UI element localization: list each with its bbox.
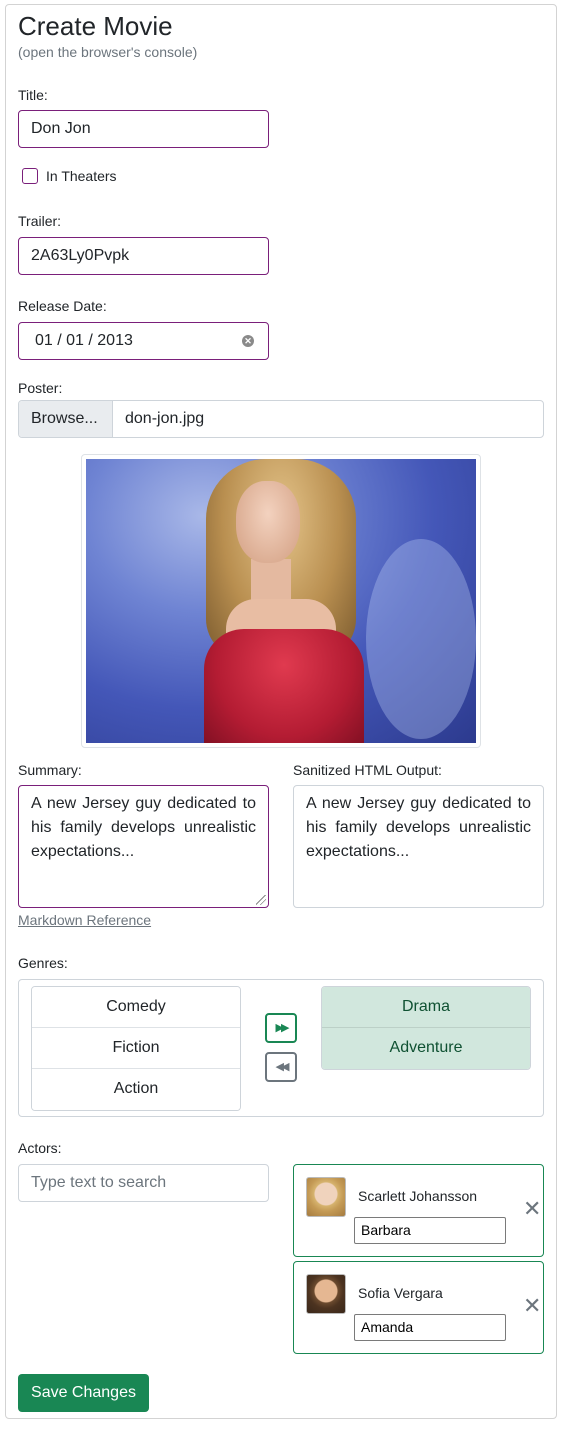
- actor-character-input[interactable]: Amanda: [354, 1314, 506, 1341]
- browse-button[interactable]: Browse...: [19, 401, 113, 437]
- actors-label: Actors:: [18, 1140, 62, 1156]
- resize-handle-icon[interactable]: [256, 895, 266, 905]
- sanitized-output: A new Jersey guy dedicated to his family…: [293, 785, 544, 908]
- poster-file-name: don-jon.jpg: [125, 410, 205, 427]
- release-date-input[interactable]: 01 / 01 / 2013: [18, 322, 269, 360]
- release-date-label: Release Date:: [18, 298, 107, 314]
- title-label: Title:: [18, 87, 48, 103]
- actor-card: Scarlett Johansson Barbara ✕: [293, 1164, 544, 1257]
- genre-item-drama[interactable]: Drama: [322, 987, 530, 1028]
- actor-name: Scarlett Johansson: [358, 1188, 478, 1204]
- summary-text: A new Jersey guy dedicated to his family…: [31, 795, 256, 860]
- genre-item-adventure[interactable]: Adventure: [322, 1028, 530, 1069]
- poster-label: Poster:: [18, 380, 63, 396]
- genre-item-action[interactable]: Action: [32, 1069, 240, 1110]
- double-right-arrow-icon: ▶▶: [275, 1022, 290, 1034]
- actor-character-input[interactable]: Barbara: [354, 1217, 506, 1244]
- available-genres-list: Comedy Fiction Action: [31, 986, 241, 1111]
- markdown-reference-link[interactable]: Markdown Reference: [18, 912, 151, 928]
- poster-image: [86, 459, 476, 743]
- genre-item-fiction[interactable]: Fiction: [32, 1028, 240, 1069]
- close-icon[interactable]: ✕: [523, 1198, 541, 1220]
- poster-preview: [81, 454, 481, 748]
- poster-file-input[interactable]: Browse... don-jon.jpg: [18, 400, 544, 438]
- save-changes-button[interactable]: Save Changes: [18, 1374, 149, 1412]
- page-subtitle: (open the browser's console): [18, 44, 198, 60]
- in-theaters-label[interactable]: In Theaters: [46, 168, 117, 184]
- page-title: Create Movie: [18, 11, 173, 41]
- close-icon[interactable]: ✕: [523, 1295, 541, 1317]
- actor-photo: [306, 1274, 346, 1314]
- title-input[interactable]: Don Jon: [18, 110, 269, 148]
- summary-textarea[interactable]: A new Jersey guy dedicated to his family…: [18, 785, 269, 908]
- trailer-input[interactable]: 2A63Ly0Pvpk: [18, 237, 269, 275]
- genres-selector: Comedy Fiction Action ▶▶ ◀◀ Drama Advent…: [18, 979, 544, 1117]
- genre-item-comedy[interactable]: Comedy: [32, 987, 240, 1028]
- genres-label: Genres:: [18, 955, 68, 971]
- actor-search-input[interactable]: Type text to search: [18, 1164, 269, 1202]
- move-right-button[interactable]: ▶▶: [265, 1013, 297, 1043]
- double-left-arrow-icon: ◀◀: [275, 1061, 290, 1073]
- in-theaters-checkbox[interactable]: [22, 168, 38, 184]
- trailer-label: Trailer:: [18, 213, 62, 229]
- move-left-button[interactable]: ◀◀: [265, 1052, 297, 1082]
- actor-card: Sofia Vergara Amanda ✕: [293, 1261, 544, 1354]
- summary-label: Summary:: [18, 762, 82, 778]
- sanitized-output-label: Sanitized HTML Output:: [293, 762, 442, 778]
- clear-date-icon[interactable]: ✕: [242, 335, 254, 347]
- actor-name: Sofia Vergara: [358, 1285, 443, 1301]
- selected-genres-list: Drama Adventure: [321, 986, 531, 1070]
- actor-photo: [306, 1177, 346, 1217]
